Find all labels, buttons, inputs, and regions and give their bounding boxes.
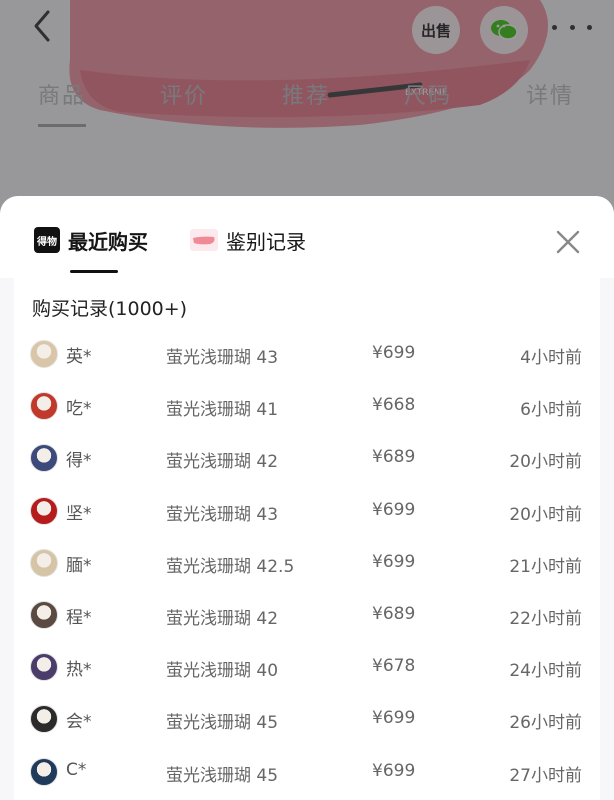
purchase-time: 4小时前	[520, 348, 582, 368]
tab-recent-label: 最近购买	[68, 229, 148, 254]
record-row: C* 萤光浅珊瑚 45 ¥699 27小时前	[14, 748, 600, 800]
price: ¥678	[372, 656, 416, 677]
record-row: 得* 萤光浅珊瑚 42 ¥689 20小时前	[14, 434, 600, 486]
buyer-avatar	[30, 705, 58, 734]
buyer-name: 程*	[66, 608, 92, 628]
purchase-time: 20小时前	[509, 504, 582, 525]
product-spec: 萤光浅珊瑚 45	[166, 713, 279, 734]
buyer-avatar	[30, 548, 58, 577]
record-row: 英* 萤光浅珊瑚 43 ¥699 4小时前	[14, 330, 600, 382]
record-row: 程* 萤光浅珊瑚 42 ¥689 22小时前	[14, 591, 600, 643]
tab-recent-purchases[interactable]: 得物 最近购买	[34, 224, 148, 256]
price: ¥699	[372, 708, 416, 729]
purchase-time: 20小时前	[509, 452, 582, 473]
price: ¥699	[372, 760, 416, 781]
record-row: 热* 萤光浅珊瑚 40 ¥678 24小时前	[14, 643, 600, 695]
dewu-logo-icon: 得物	[34, 227, 60, 253]
price: ¥699	[372, 499, 416, 520]
product-spec: 萤光浅珊瑚 42	[166, 609, 279, 629]
product-spec: 萤光浅珊瑚 42	[166, 452, 279, 473]
tab-authentication-records[interactable]: 鉴别记录	[190, 224, 306, 256]
purchase-time: 26小时前	[509, 713, 582, 734]
buyer-avatar	[30, 340, 58, 368]
product-spec: 萤光浅珊瑚 42.5	[166, 556, 295, 577]
purchase-time: 24小时前	[509, 661, 582, 682]
tab-auth-label: 鉴别记录	[226, 229, 306, 254]
purchase-time: 6小时前	[520, 400, 582, 421]
record-row: 腼* 萤光浅珊瑚 42.5 ¥699 21小时前	[14, 539, 600, 591]
shoe-thumbnail-icon	[190, 229, 218, 251]
buyer-name: 吃*	[66, 399, 92, 420]
record-row: 坚* 萤光浅珊瑚 43 ¥699 20小时前	[14, 487, 600, 539]
buyer-name: 坚*	[66, 503, 92, 524]
buyer-name: 得*	[66, 451, 92, 472]
records-title: 购买记录(1000+)	[32, 298, 188, 320]
purchase-records-sheet: 得物 最近购买 鉴别记录 购买记录(1000+) 英* 萤光浅珊瑚 43 ¥699 4…	[0, 196, 614, 800]
buyer-name: 英*	[66, 347, 92, 367]
buyer-avatar	[30, 601, 58, 629]
buyer-avatar	[30, 496, 58, 525]
buyer-name: 热*	[66, 660, 92, 681]
product-spec: 萤光浅珊瑚 41	[166, 400, 279, 421]
buyer-avatar	[30, 653, 58, 682]
product-spec: 萤光浅珊瑚 40	[166, 661, 279, 682]
close-icon[interactable]	[554, 228, 582, 256]
purchase-time: 22小时前	[509, 609, 582, 629]
buyer-avatar	[30, 444, 58, 473]
price: ¥668	[372, 395, 416, 416]
product-spec: 萤光浅珊瑚 43	[166, 504, 279, 525]
price: ¥689	[372, 604, 416, 624]
purchase-time: 21小时前	[509, 556, 582, 577]
record-row: 吃* 萤光浅珊瑚 41 ¥668 6小时前	[14, 382, 600, 434]
sheet-header: 得物 最近购买 鉴别记录	[0, 196, 614, 278]
purchase-time: 27小时前	[509, 765, 582, 786]
price: ¥699	[372, 343, 416, 363]
buyer-avatar	[30, 392, 58, 421]
records-card: 购买记录(1000+) 英* 萤光浅珊瑚 43 ¥699 4小时前吃* 萤光浅珊瑚 41…	[14, 278, 600, 800]
product-spec: 萤光浅珊瑚 45	[166, 765, 279, 786]
buyer-avatar	[30, 757, 58, 786]
buyer-name: C*	[66, 759, 87, 780]
buyer-name: 会*	[66, 712, 92, 733]
active-tab-indicator	[70, 270, 118, 273]
buyer-name: 腼*	[66, 555, 92, 576]
record-row: 会* 萤光浅珊瑚 45 ¥699 26小时前	[14, 695, 600, 747]
price: ¥689	[372, 447, 416, 468]
price: ¥699	[372, 551, 416, 572]
product-spec: 萤光浅珊瑚 43	[166, 348, 279, 368]
